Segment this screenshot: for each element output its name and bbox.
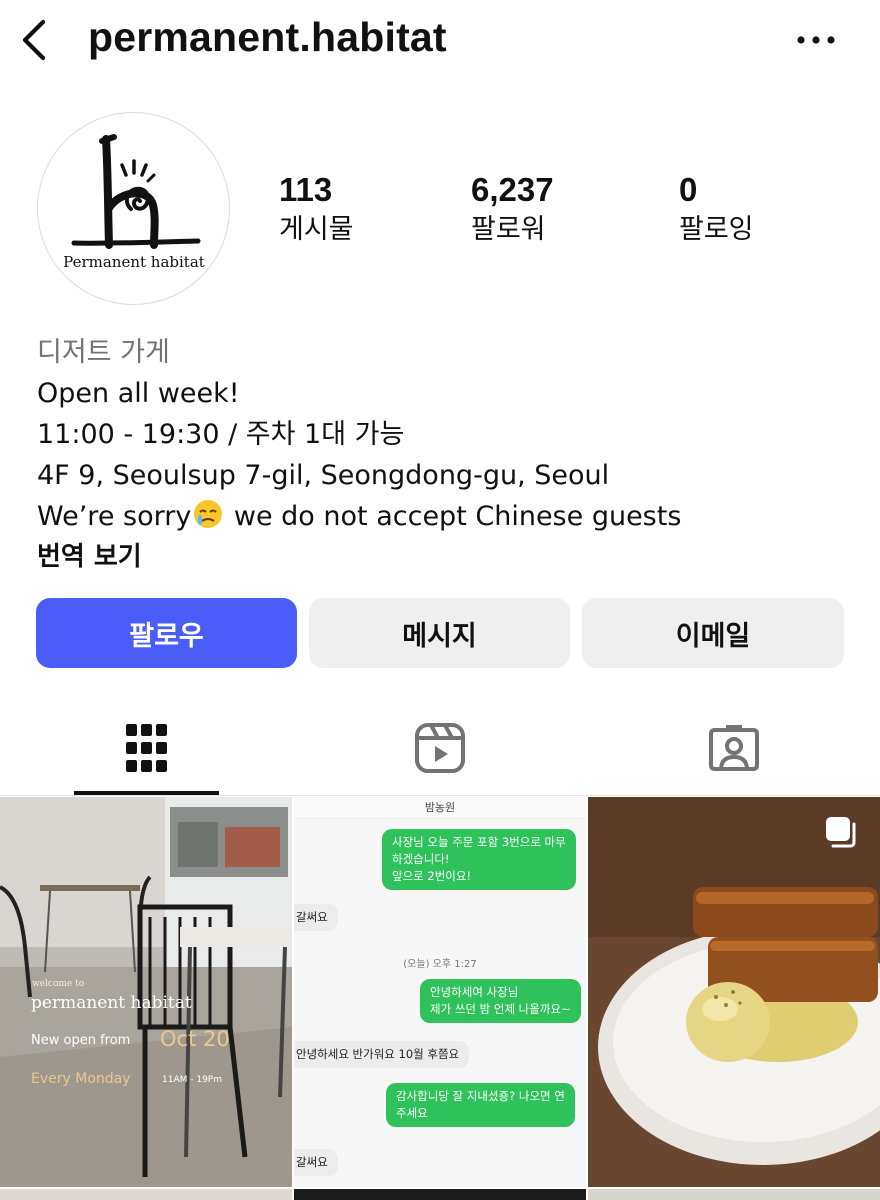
more-horizontal-icon [797,36,835,44]
post-thumbnail[interactable] [588,797,880,1187]
bio-text: we do not accept Chinese guests [225,501,682,532]
logo-text: Permanent habitat [63,253,205,271]
closed-day: Every Monday [31,1071,131,1087]
stat-following[interactable]: 0 팔로잉 [679,170,754,250]
permanent-habitat-logo: Permanent habitat [63,134,205,271]
following-label: 팔로잉 [679,214,754,245]
cafe-interior-photo [0,797,292,1187]
chat-bubble-received: 갈써요 [294,904,338,931]
profile-tabs [0,700,880,796]
multiple-photos-icon [826,817,856,848]
profile-category: 디저트 가게 [37,337,170,368]
back-button[interactable] [14,18,54,62]
welcome-brand: permanent habitat [31,993,192,1013]
email-button[interactable]: 이메일 [582,598,844,668]
bio-line: Open all week! [37,378,240,409]
tab-reels[interactable] [293,700,586,796]
follow-button[interactable]: 팔로우 [36,598,297,668]
dessert-photo [588,797,880,1187]
grid-icon [125,724,167,772]
post-thumbnail[interactable] [294,1189,586,1200]
bio-text: We’re sorry [37,501,192,532]
profile-avatar[interactable]: Permanent habitat [37,112,230,305]
following-count: 0 [679,171,698,208]
post-thumbnail[interactable]: 밤농원 사장님 오늘 주문 포함 3번으로 마무 하겠습니다! 앞으로 2번이요… [294,797,586,1187]
stat-posts[interactable]: 113 게시물 [279,170,354,250]
welcome-text: welcome to [32,979,85,989]
chat-bubble-received: 갈써요 [294,1149,338,1176]
reels-icon [414,723,465,773]
tab-posts-grid[interactable] [0,700,293,796]
bio-line: 11:00 - 19:30 / 주차 1대 가능 [37,419,405,450]
bio-line: We’re sorry we do not accept Chinese gue… [37,496,857,537]
chat-bubble-sent: 감사합니당 잘 지내셨죵? 나오면 연 주세요 [386,1083,575,1127]
chat-bubble-sent: 사장님 오늘 주문 포함 3번으로 마무 하겠습니다! 앞으로 2번이요! [382,829,576,890]
more-options-button[interactable] [792,28,840,52]
chat-bubble-received: 안녕하세요 반가워요 10월 후쯤요 [294,1041,470,1068]
post-thumbnail[interactable] [588,1189,880,1200]
followers-count: 6,237 [471,171,554,208]
crying-face-icon [194,500,223,528]
active-tab-indicator [74,791,219,795]
chevron-left-icon [22,19,46,61]
posts-grid: welcome to permanent habitat New open fr… [0,797,880,1200]
post-thumbnail[interactable] [0,1189,292,1200]
posts-label: 게시물 [279,214,354,245]
chat-timestamp: (오늘) 오후 1:27 [403,959,477,970]
open-text: New open from [31,1033,131,1048]
posts-count: 113 [279,171,333,208]
tab-tagged[interactable] [587,700,880,796]
chat-bubble-sent: 안녕하세여 사장님 제가 쓰던 밤 언제 나올까요~ [420,979,581,1023]
chat-header: 밤농원 [294,797,586,819]
post-thumbnail[interactable]: welcome to permanent habitat New open fr… [0,797,292,1187]
followers-label: 팔로워 [471,214,546,245]
bio-address: 4F 9, Seoulsup 7-gil, Seongdong-gu, Seou… [37,460,610,491]
profile-username: permanent.habitat [88,14,447,60]
message-button[interactable]: 메시지 [309,598,570,668]
open-date: Oct 20 [160,1027,230,1051]
profile-header: permanent.habitat [0,0,880,80]
stat-followers[interactable]: 6,237 팔로워 [471,170,554,250]
tagged-icon [708,725,759,771]
profile-bio: 디저트 가게 Open all week! 11:00 - 19:30 / 주차… [37,333,857,577]
open-hours: 11AM - 19Pm [162,1075,222,1085]
see-translation-link[interactable]: 번역 보기 [37,537,857,577]
